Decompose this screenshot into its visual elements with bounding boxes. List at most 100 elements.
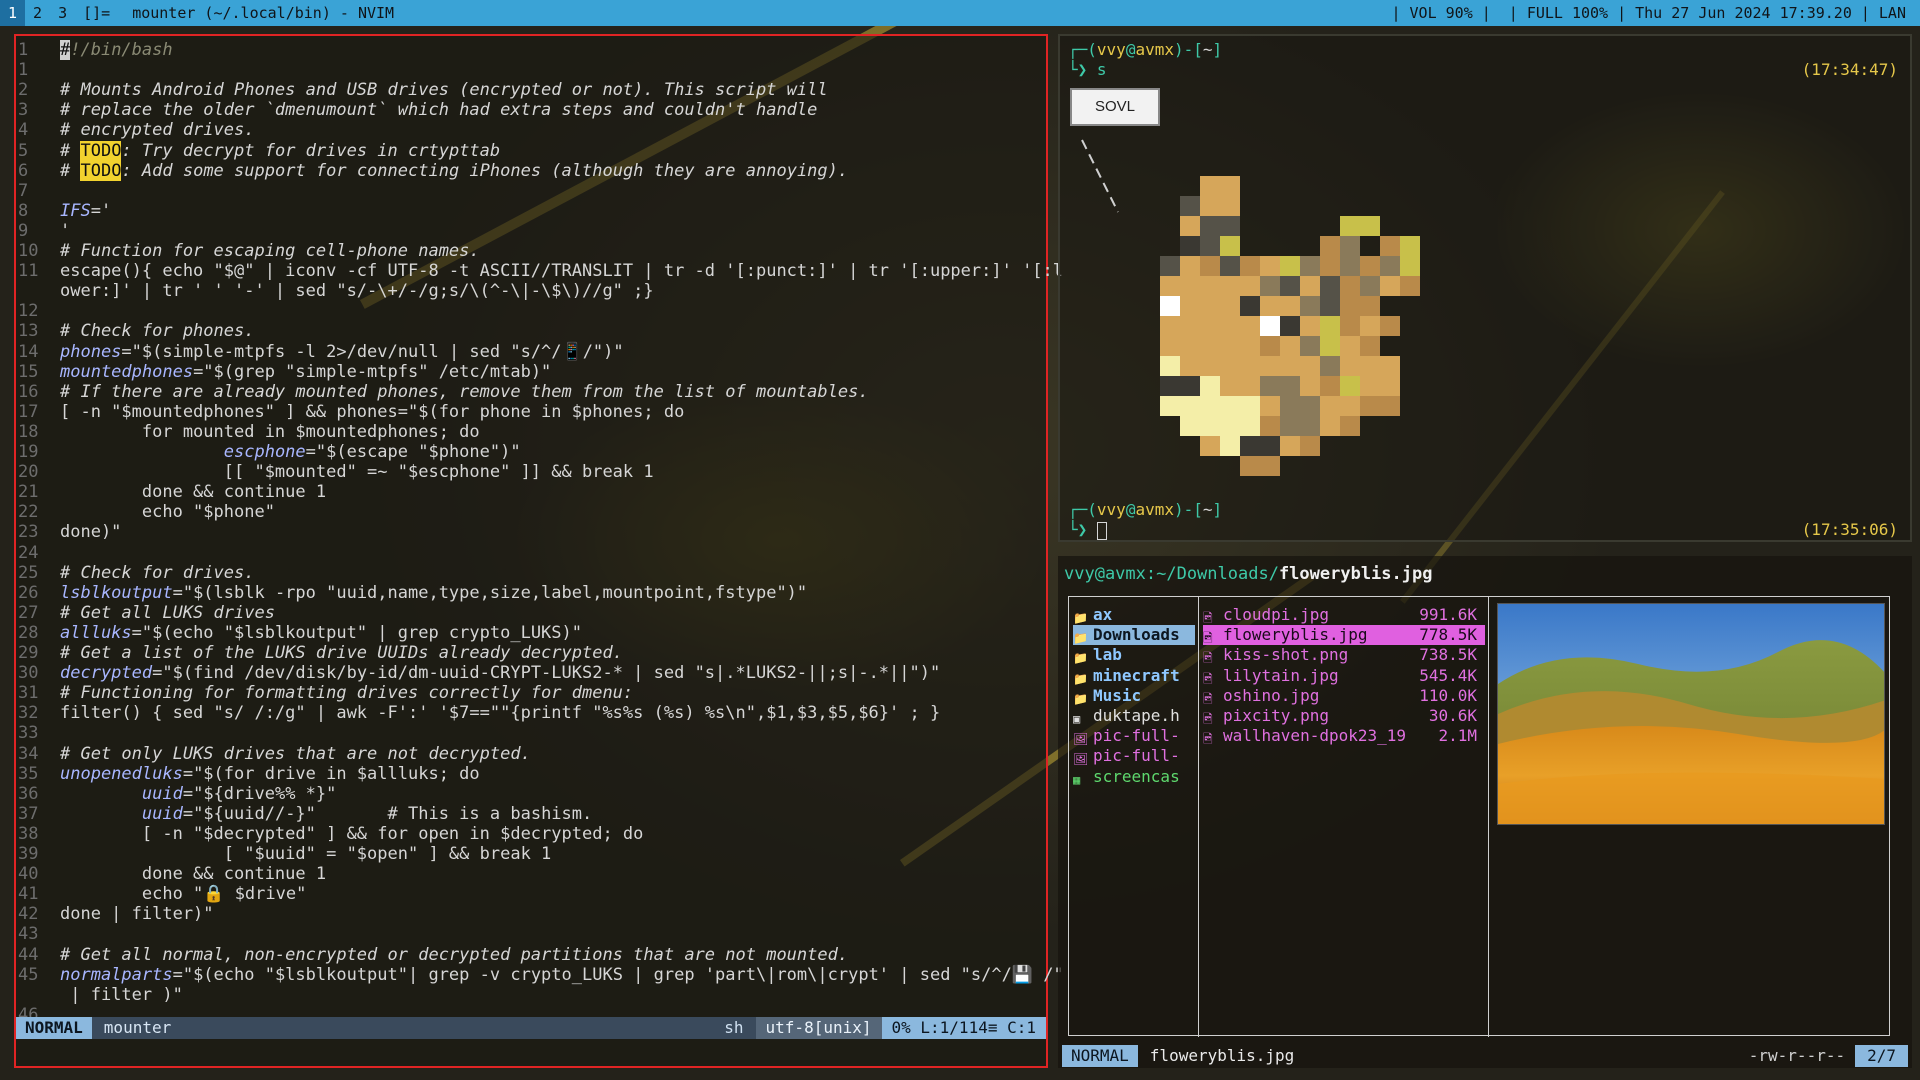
- file-entry[interactable]: 🖻 pixcity.png 30.6K: [1203, 706, 1485, 726]
- parent-entry[interactable]: 📁 Downloads: [1073, 625, 1195, 646]
- code-text: allluks="$(echo "$lsblkoutput" | grep cr…: [60, 622, 582, 643]
- line-number: 14: [18, 341, 39, 362]
- workspace-3[interactable]: 3: [50, 0, 75, 26]
- pixel: [1360, 256, 1380, 276]
- pixel: [1380, 376, 1400, 396]
- file-manager-window[interactable]: vvy@avmx:~/Downloads/floweryblis.jpg 📁 ax…: [1058, 556, 1912, 1068]
- line-number: 32: [18, 703, 39, 724]
- pixel: [1260, 336, 1280, 356]
- pixel: [1280, 436, 1300, 456]
- pixel: [1300, 416, 1320, 436]
- image-icon: 🖻: [1203, 611, 1213, 625]
- pixel: [1360, 396, 1380, 416]
- code-text: escape(){ echo "$@" | iconv -cf UTF-8 -t…: [60, 261, 1064, 282]
- pixel: [1280, 396, 1300, 416]
- pixel: [1380, 256, 1400, 276]
- editor-window[interactable]: 1 #!/bin/bash 1 2 # Mounts Android Phones an…: [14, 34, 1064, 1068]
- prompt-line: ┌─(vvy@avmx)-[~]: [1068, 500, 1223, 519]
- parent-entry[interactable]: 📁 minecraft: [1073, 666, 1195, 686]
- entry-name: ax: [1093, 605, 1113, 624]
- pixel: [1300, 296, 1320, 316]
- parent-entry[interactable]: 🖼 pic-full-: [1073, 746, 1195, 766]
- entry-size: 2.1M: [1438, 726, 1477, 746]
- todo-tag: TODO: [80, 160, 122, 181]
- line-number: 5: [18, 140, 29, 161]
- prompt-line: ┌─(vvy@avmx)-[~]: [1068, 40, 1223, 59]
- parent-entry[interactable]: 📁 lab: [1073, 645, 1195, 665]
- pixel: [1180, 396, 1200, 416]
- line-number: 33: [18, 723, 39, 744]
- prompt-dir: ~: [1202, 500, 1213, 519]
- code-text: filter() { sed "s/ /:/g" | awk -F':' '$7…: [60, 703, 941, 724]
- workspace-2[interactable]: 2: [25, 0, 50, 26]
- parent-entry[interactable]: 🖼 pic-full-: [1073, 726, 1195, 746]
- terminal-window[interactable]: ┌─(vvy@avmx)-[~] └❯ s (17:34:47) SOVL ┌─…: [1058, 34, 1912, 542]
- file-entry[interactable]: 🖻 oshino.jpg 110.0K: [1203, 686, 1485, 706]
- pixel: [1400, 236, 1420, 256]
- pixel: [1380, 316, 1400, 336]
- pixel: [1220, 376, 1240, 396]
- file-entry[interactable]: 🖻 kiss-shot.png 738.5K: [1203, 645, 1485, 665]
- speech-bubble-text: SOVL: [1094, 98, 1136, 115]
- pixel: [1300, 336, 1320, 356]
- pixel: [1280, 276, 1300, 296]
- pixel: [1360, 356, 1380, 376]
- parent-entry[interactable]: ▣ duktape.h: [1073, 706, 1195, 726]
- pixel: [1320, 336, 1340, 356]
- entry-size: 110.0K: [1419, 685, 1477, 705]
- folder-icon: 📁: [1073, 671, 1088, 686]
- code-text: [ "$uuid" = "$open" ] && break 1: [60, 844, 552, 864]
- pixel: [1160, 296, 1180, 316]
- pixel: [1360, 336, 1380, 356]
- line-number: 24: [18, 542, 39, 563]
- pixel: [1220, 256, 1240, 276]
- code-text: lsblkoutput="$(lsblk -rpo "uuid,name,typ…: [60, 582, 808, 603]
- network-status: LAN: [1878, 4, 1906, 22]
- image-icon: 🖻: [1203, 732, 1213, 747]
- pixel: [1240, 416, 1260, 436]
- entry-size: 778.5K: [1419, 625, 1477, 645]
- code-text: # Mounts Android Phones and USB drives (…: [60, 80, 828, 101]
- line-number: 23: [18, 522, 39, 543]
- file-entry[interactable]: 🖻 cloudpi.jpg 991.6K: [1203, 605, 1485, 625]
- pixel: [1260, 276, 1280, 296]
- parent-entry[interactable]: 📁 ax: [1073, 605, 1195, 625]
- prompt-dir: ~: [1202, 40, 1213, 59]
- layout-indicator[interactable]: []=: [75, 0, 118, 26]
- code-text: # Function for escaping cell-phone names…: [60, 241, 480, 261]
- workspace-1[interactable]: 1: [0, 0, 26, 26]
- pixel: [1360, 316, 1380, 336]
- pixel: [1280, 416, 1300, 436]
- entry-name: Music: [1093, 685, 1142, 705]
- clock: Thu 27 Jun 2024 17:39.20: [1635, 4, 1852, 22]
- pixel: [1280, 296, 1300, 316]
- pixel: [1200, 376, 1220, 396]
- pixel: [1360, 376, 1380, 396]
- file-count: 2/7: [1855, 1045, 1908, 1067]
- parent-entry[interactable]: 📁 Music: [1073, 686, 1195, 706]
- preview-column: [1489, 597, 1891, 1037]
- pixel: [1320, 296, 1340, 316]
- file-entry[interactable]: 🖻 floweryblis.jpg 778.5K: [1203, 625, 1485, 646]
- file-entry[interactable]: 🖻 wallhaven-dpok23_19 2.1M: [1203, 726, 1485, 746]
- line-number: 22: [18, 502, 39, 523]
- pixel: [1280, 356, 1300, 376]
- file-entry[interactable]: 🖻 lilytain.jpg 545.4K: [1203, 666, 1485, 686]
- folder-icon: 📁: [1073, 651, 1088, 666]
- line-number: 26: [18, 582, 39, 603]
- pixel: [1260, 416, 1280, 436]
- parent-entry[interactable]: ▦ screencas: [1073, 767, 1195, 787]
- volume-status[interactable]: VOL 90%: [1410, 4, 1473, 22]
- line-number: 44: [18, 944, 39, 965]
- pixel: [1340, 336, 1360, 356]
- pixel: [1220, 296, 1240, 316]
- file-permissions: -rw-r--r--: [1748, 1046, 1846, 1065]
- code-text: done | filter)": [60, 904, 214, 925]
- command-line[interactable]: └❯: [1068, 520, 1107, 540]
- code-text: ower:]' | tr ' ' '-' | sed "s/-\+/-/g;s/…: [60, 281, 654, 302]
- line-number: 35: [18, 763, 39, 784]
- line-number: 2: [18, 80, 29, 101]
- pixel: [1180, 276, 1200, 296]
- prompt-user: vvy: [1096, 500, 1126, 519]
- line-number: 40: [18, 864, 39, 885]
